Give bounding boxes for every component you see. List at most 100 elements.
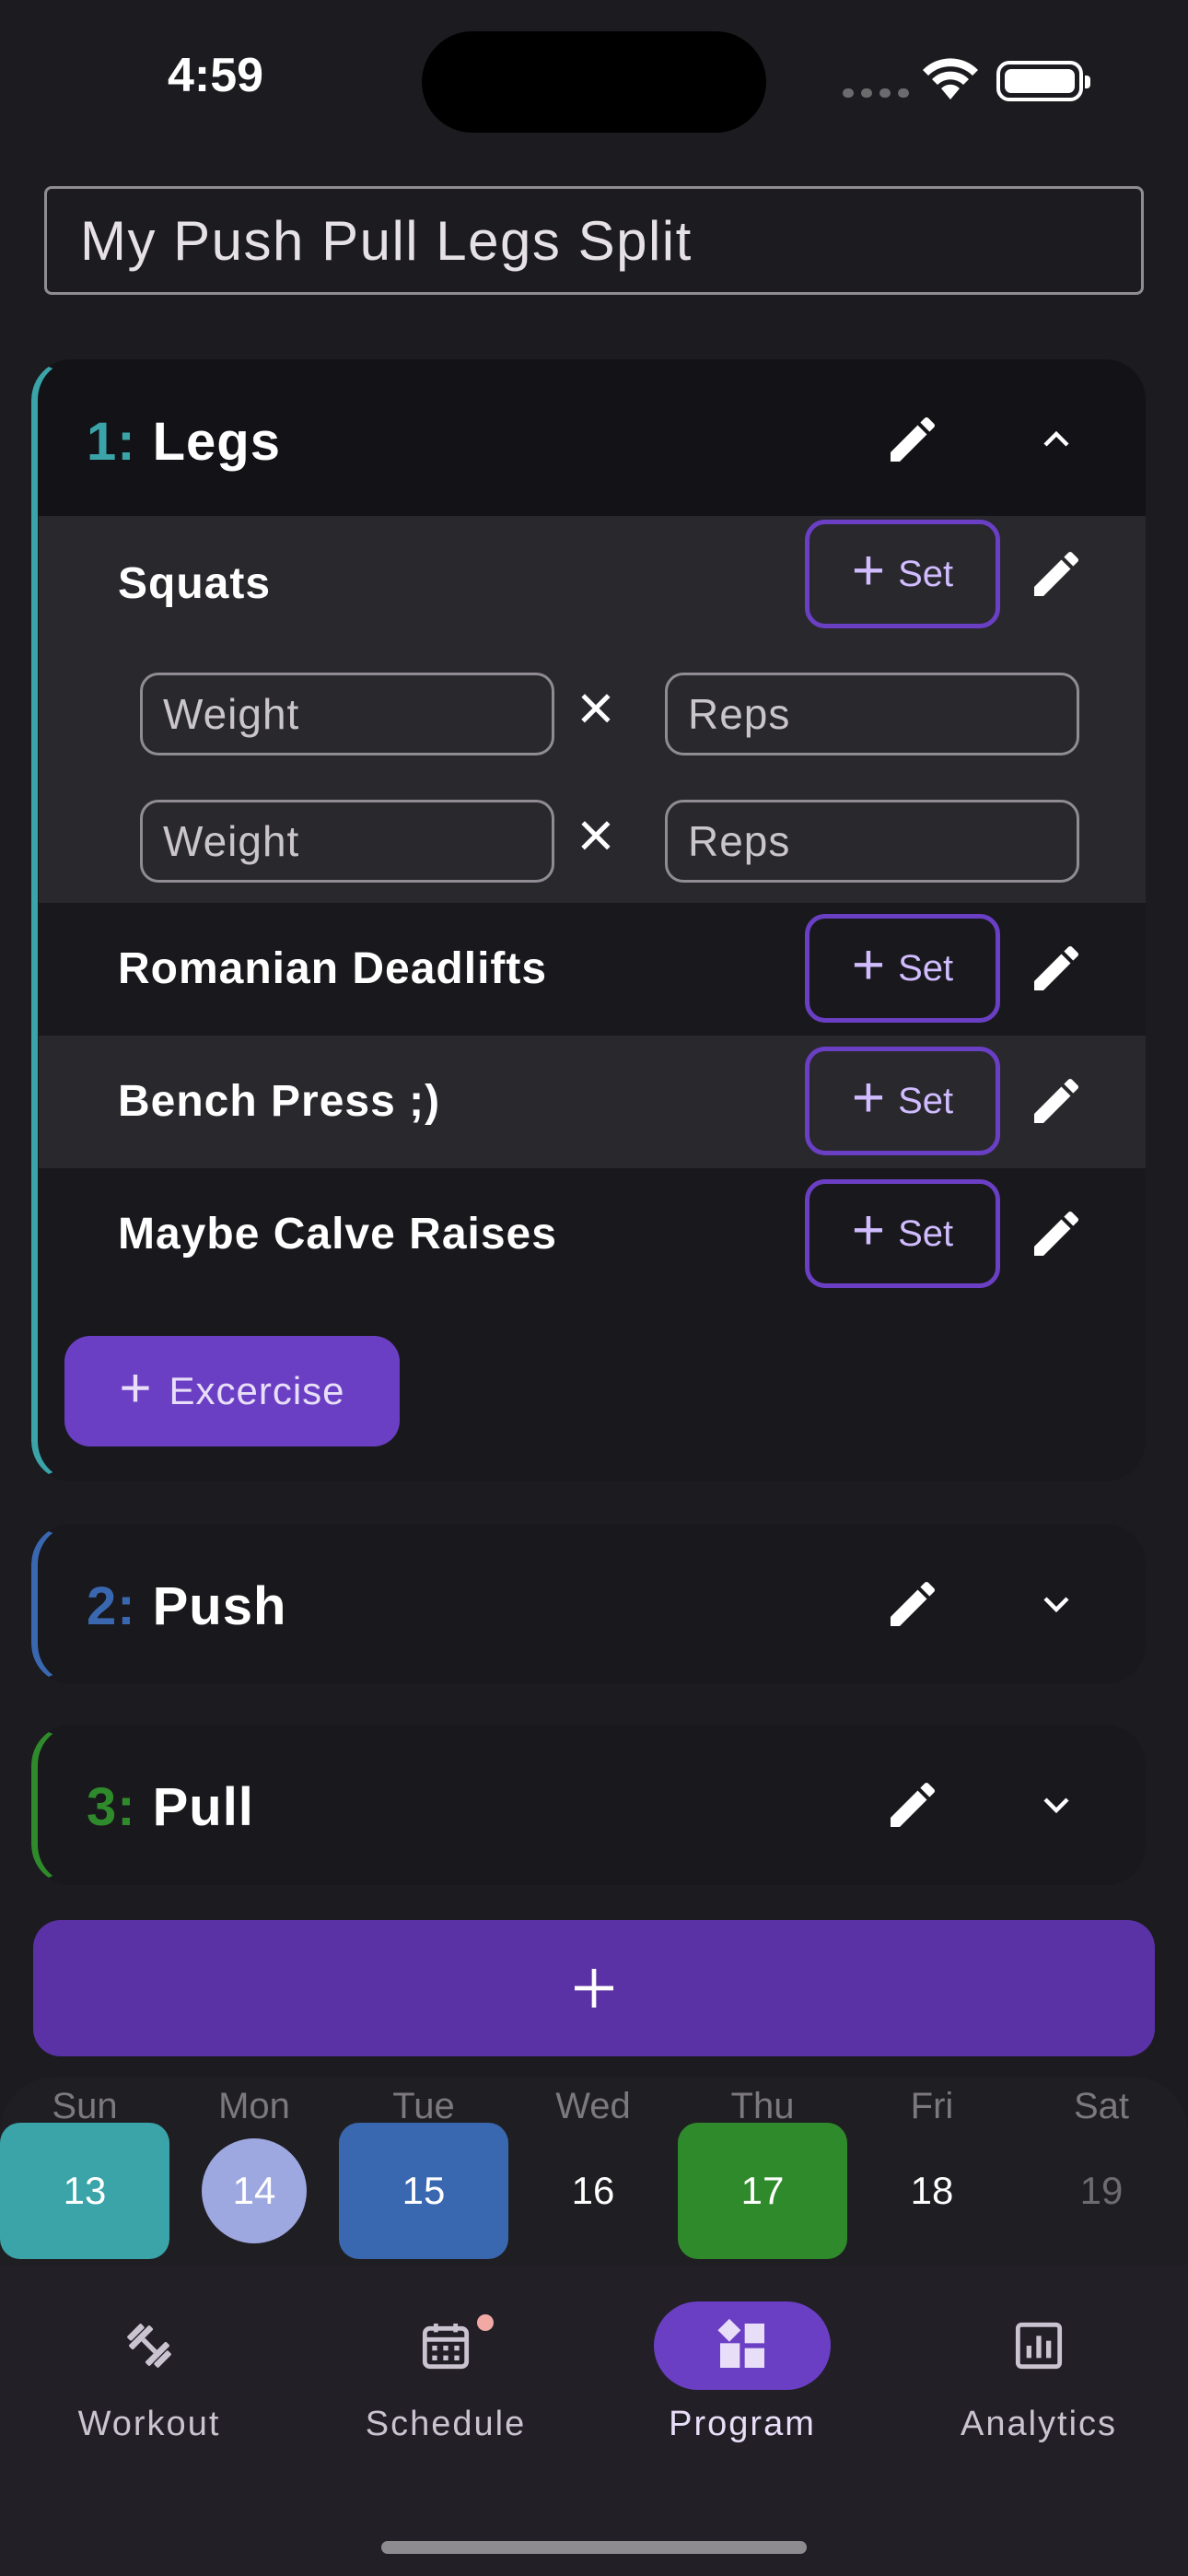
day-number: 3: [87, 1777, 136, 1837]
exercise-name: Bench Press ;) [118, 1077, 441, 1126]
add-set-button[interactable]: + Set [805, 914, 1000, 1023]
add-set-label: Set [898, 1212, 954, 1254]
nav-label: Workout [77, 2405, 221, 2443]
pencil-icon [1034, 551, 1079, 596]
weekday-label: Tue [392, 2086, 455, 2126]
nav-analytics[interactable]: Analytics [928, 2301, 1149, 2444]
day-number: 1: [87, 412, 136, 472]
day-card-legs: 1: Legs Squats + Set × × Romanian Deadlift… [31, 359, 1146, 1481]
edit-exercise-button[interactable] [1015, 927, 1098, 1010]
nav-icon-container-active [654, 2301, 831, 2390]
add-set-button[interactable]: + Set [805, 1047, 1000, 1155]
program-name-input[interactable] [44, 186, 1144, 295]
plus-icon: + [851, 1066, 886, 1130]
day-name: Legs [152, 412, 281, 472]
edit-exercise-button[interactable] [1015, 1060, 1098, 1142]
exercise-name: Maybe Calve Raises [118, 1210, 557, 1259]
edit-day-button[interactable] [871, 1563, 954, 1645]
edit-day-button[interactable] [871, 398, 954, 481]
expand-day-button[interactable] [1015, 1763, 1098, 1846]
pencil-icon [1034, 945, 1079, 990]
edit-exercise-button[interactable] [1015, 533, 1098, 615]
nav-workout[interactable]: Workout [39, 2301, 260, 2444]
pencil-icon [891, 416, 936, 462]
reps-input[interactable] [665, 673, 1079, 755]
day-name: Push [152, 1576, 287, 1636]
edit-exercise-button[interactable] [1015, 1192, 1098, 1275]
exercise-block-squats: Squats + Set × × [39, 516, 1146, 903]
plus-icon: + [851, 933, 886, 997]
dynamic-island [422, 31, 766, 133]
pencil-icon [891, 1581, 936, 1626]
dumbbell-icon [127, 2324, 171, 2368]
day-accent-bar [31, 1524, 88, 1684]
chevron-down-icon [1043, 1797, 1069, 1814]
nav-label: Schedule [365, 2405, 527, 2443]
add-set-button[interactable]: + Set [805, 520, 1000, 628]
chevron-down-icon [1043, 1597, 1069, 1613]
plus-icon: + [851, 1199, 886, 1262]
edit-day-button[interactable] [871, 1763, 954, 1846]
notification-badge [477, 2314, 494, 2331]
weekday-label: Fri [910, 2086, 954, 2126]
nav-icon-container [61, 2301, 238, 2390]
times-icon: × [577, 672, 615, 744]
expand-day-button[interactable] [1015, 1563, 1098, 1645]
pencil-icon [1034, 1078, 1079, 1123]
day-accent-bar [31, 1725, 88, 1885]
day-title: 3: Pull [87, 1776, 254, 1838]
pencil-icon [891, 1782, 936, 1827]
today-circle: 14 [202, 2138, 307, 2243]
weekday-label: Wed [555, 2086, 631, 2126]
add-exercise-button[interactable]: + Excercise [64, 1336, 400, 1446]
day-card-push[interactable]: 2: Push [31, 1524, 1146, 1684]
add-exercise-label: Excercise [169, 1369, 345, 1412]
day-title: 1: Legs [87, 411, 281, 473]
calendar-day[interactable]: 15 [339, 2123, 508, 2259]
add-day-button[interactable] [33, 1920, 1155, 2056]
exercise-name: Romanian Deadlifts [118, 944, 548, 993]
exercise-row: Bench Press ;) + Set [39, 1036, 1146, 1168]
calendar-day[interactable]: 16 [508, 2123, 678, 2259]
add-set-button[interactable]: + Set [805, 1179, 1000, 1288]
calendar-day[interactable]: 18 [847, 2123, 1017, 2259]
weekday-label: Mon [218, 2086, 290, 2126]
weight-input[interactable] [140, 673, 554, 755]
nav-label: Analytics [960, 2405, 1118, 2443]
day-number: 2: [87, 1576, 136, 1636]
signal-icon [843, 88, 909, 98]
calendar-day[interactable]: 19 [1017, 2123, 1186, 2259]
add-set-label: Set [898, 553, 954, 594]
nav-schedule[interactable]: Schedule [335, 2301, 556, 2444]
calendar-day[interactable]: 13 [0, 2123, 169, 2259]
nav-program[interactable]: Program [632, 2301, 853, 2444]
dashboard-icon [717, 2318, 764, 2368]
chevron-up-icon [1043, 430, 1069, 447]
nav-icon-container [357, 2301, 534, 2390]
exercise-row: Romanian Deadlifts + Set [39, 903, 1146, 1036]
day-title: 2: Push [87, 1575, 286, 1637]
day-card-pull[interactable]: 3: Pull [31, 1725, 1146, 1885]
weekday-label: Sun [52, 2086, 118, 2126]
battery-icon [996, 61, 1090, 101]
calendar-day-today[interactable]: 14 [169, 2123, 339, 2259]
plus-icon [575, 1969, 613, 2008]
day-name: Pull [152, 1777, 254, 1837]
reps-input[interactable] [665, 800, 1079, 883]
wifi-icon [923, 58, 978, 100]
collapse-day-button[interactable] [1015, 398, 1098, 481]
add-set-label: Set [898, 1080, 954, 1121]
weekday-label: Sat [1073, 2086, 1130, 2126]
plus-icon: + [851, 539, 886, 603]
weight-input[interactable] [140, 800, 554, 883]
exercise-row: Maybe Calve Raises + Set [39, 1168, 1146, 1301]
weekday-label: Thu [730, 2086, 795, 2126]
plus-icon: + [119, 1357, 153, 1419]
nav-icon-container [950, 2301, 1127, 2390]
nav-label: Program [669, 2405, 816, 2443]
pencil-icon [1034, 1211, 1079, 1256]
calendar-icon [422, 2324, 470, 2370]
status-time: 4:59 [168, 49, 264, 102]
calendar-day[interactable]: 17 [678, 2123, 847, 2259]
bar-chart-icon [1015, 2322, 1063, 2370]
